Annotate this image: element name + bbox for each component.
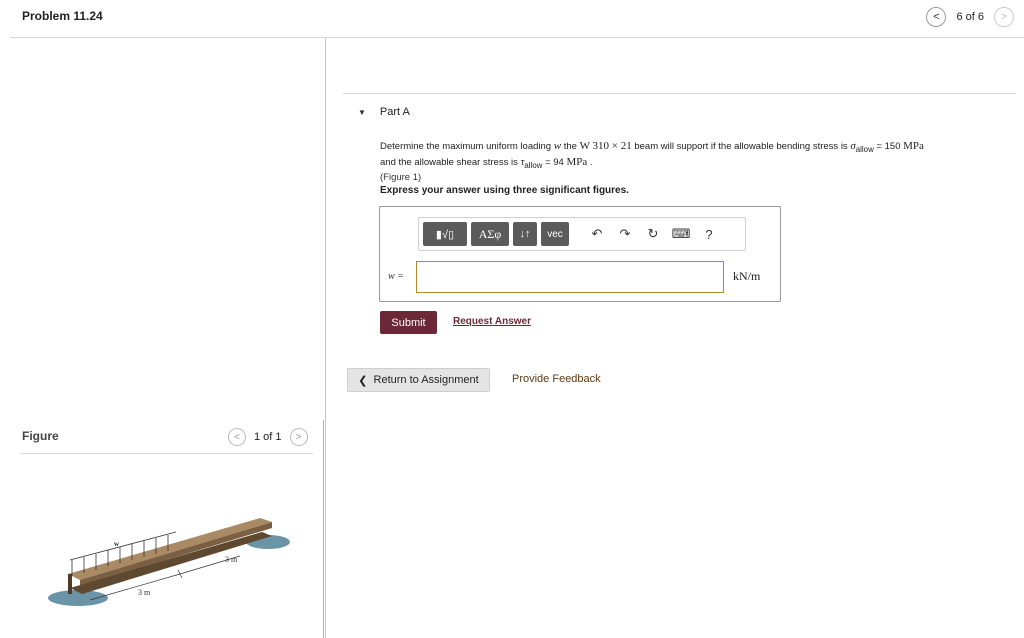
redo-icon[interactable]: ↷: [613, 222, 637, 246]
question-segment: the: [561, 141, 580, 152]
question-segment: = 94: [542, 156, 567, 168]
question-segment: = 150: [873, 141, 904, 152]
submit-button[interactable]: Submit: [380, 311, 437, 334]
answer-instruction: Express your answer using three signific…: [380, 185, 629, 196]
return-label: Return to Assignment: [373, 374, 479, 386]
next-figure-button[interactable]: >: [289, 428, 308, 446]
undo-icon[interactable]: ↶: [585, 222, 609, 246]
greek-symbols-button[interactable]: ΑΣφ: [471, 222, 509, 246]
beam-web: [80, 522, 272, 586]
answer-unit: kN/m: [733, 269, 761, 283]
reset-icon[interactable]: ↻: [641, 222, 665, 246]
chevron-left-icon: ❮: [358, 374, 368, 387]
previous-figure-button[interactable]: <: [228, 428, 246, 446]
chevron-right-icon: >: [1000, 11, 1008, 23]
figure-panel-title: Figure: [22, 429, 59, 443]
panel-resize-handle[interactable]: [323, 420, 324, 638]
part-a-header[interactable]: ▼ Part A: [358, 106, 410, 118]
figure-pager-text: 1 of 1: [254, 431, 282, 443]
answer-variable-label: w =: [388, 271, 404, 282]
question-text: Determine the maximum uniform loading w …: [380, 140, 1020, 184]
unit-mpa: MPa: [903, 140, 924, 152]
next-problem-button[interactable]: >: [994, 7, 1014, 27]
figure-divider: [20, 453, 313, 454]
collapse-triangle-icon: ▼: [358, 107, 366, 117]
return-to-assignment-button[interactable]: ❮ Return to Assignment: [347, 368, 490, 392]
problem-pager: < 6 of 6 >: [926, 7, 1014, 27]
part-divider: [343, 93, 1016, 94]
beam-designation: W 310 × 21: [579, 140, 632, 152]
panel-divider: [325, 38, 326, 638]
unit-mpa: MPa: [566, 155, 588, 168]
math-toolbar: ▮√▯ ΑΣφ ↓↑ vec ↶ ↷ ↻ ⌨ ?: [418, 217, 746, 251]
chevron-right-icon: >: [295, 431, 302, 443]
beam-bottom-flange: [70, 532, 272, 594]
chevron-left-icon: <: [234, 431, 240, 443]
problem-title: Problem 11.24: [22, 9, 103, 23]
header-divider: [10, 37, 1024, 38]
question-segment: Determine the maximum uniform loading: [380, 141, 554, 152]
span-label-1: 3 m: [225, 555, 238, 564]
allow-subscript: allow: [524, 160, 543, 170]
answer-input[interactable]: [416, 261, 724, 293]
provide-feedback-link[interactable]: Provide Feedback: [512, 373, 601, 385]
vector-button[interactable]: vec: [541, 222, 569, 246]
answer-box: ▮√▯ ΑΣφ ↓↑ vec ↶ ↷ ↻ ⌨ ? w = kN/m: [379, 206, 781, 302]
variable-w: w: [553, 140, 562, 152]
chevron-left-icon: <: [933, 11, 940, 23]
subscript-superscript-button[interactable]: ↓↑: [513, 222, 537, 246]
left-support-icon: [48, 590, 108, 606]
question-segment: .: [587, 156, 593, 168]
request-answer-link[interactable]: Request Answer: [453, 316, 531, 327]
previous-problem-button[interactable]: <: [926, 7, 947, 27]
span-label-2: 3 m: [138, 588, 151, 597]
part-a-label: Part A: [379, 106, 410, 118]
beam-top-flange: [68, 518, 272, 580]
allow-subscript: allow: [855, 144, 874, 154]
keyboard-icon[interactable]: ⌨: [669, 222, 693, 246]
figure-pager: < 1 of 1 >: [228, 428, 308, 446]
question-segment: beam will support if the allowable bendi…: [631, 141, 851, 152]
problem-pager-text: 6 of 6: [956, 11, 984, 23]
templates-button[interactable]: ▮√▯: [423, 222, 467, 246]
beam-figure[interactable]: w 3 m 3 m: [40, 500, 300, 620]
beam-end-face: [68, 574, 72, 594]
help-icon[interactable]: ?: [697, 222, 721, 246]
question-segment: and the allowable shear stress is: [380, 156, 521, 168]
figure-link[interactable]: (Figure 1): [380, 172, 421, 183]
